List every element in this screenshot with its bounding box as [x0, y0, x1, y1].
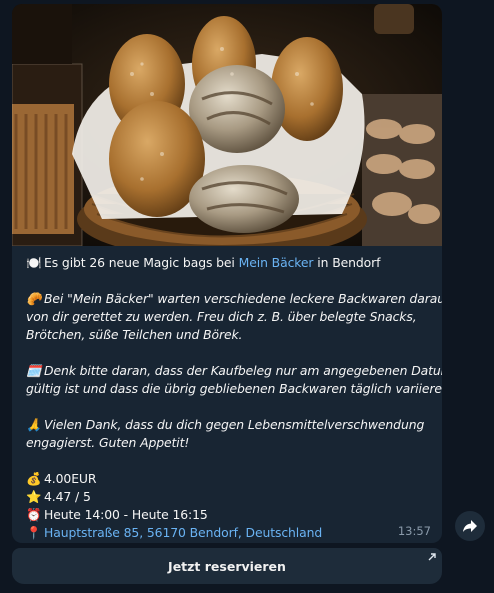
store-link[interactable]: Mein Bäcker: [239, 255, 314, 270]
message-text: 🍽️ Es gibt 26 neue Magic bags bei Mein Bä…: [26, 254, 442, 542]
rating-line: ⭐ 4.47 / 5: [26, 488, 432, 506]
message-bubble: 🍽️ Es gibt 26 neue Magic bags bei Mein Bä…: [12, 4, 442, 543]
share-button[interactable]: [455, 511, 485, 541]
intro-line: 🍽️ Es gibt 26 neue Magic bags bei Mein Bä…: [26, 255, 381, 270]
external-link-arrow-icon: [428, 553, 436, 561]
share-icon: [463, 520, 477, 532]
para2-line1: 🗓️ Denk bitte daran, dass der Kaufbeleg n…: [26, 363, 442, 378]
address-line: 📍 Hauptstraße 85, 56170 Bendorf, Deutschl…: [26, 524, 432, 542]
alarm-clock-icon: ⏰: [26, 507, 42, 522]
star-icon: ⭐: [26, 489, 42, 504]
money-bag-icon: 💰: [26, 471, 42, 486]
para3-line1: 🙏 Vielen Dank, dass du dich gegen Lebensm…: [26, 417, 425, 432]
calendar-icon: 🗓️: [26, 363, 42, 378]
folded-hands-icon: 🙏: [26, 417, 42, 432]
croissant-icon: 🥐: [26, 291, 42, 306]
address-link[interactable]: Hauptstraße 85, 56170 Bendorf, Deutschla…: [44, 525, 322, 540]
reserve-button[interactable]: Jetzt reservieren: [12, 548, 442, 584]
para1-line2: von dir gerettet zu werden. Freu dich z.…: [26, 309, 417, 324]
pickup-time-line: ⏰ Heute 14:00 - Heute 16:15: [26, 506, 432, 524]
price-line: 💰 4.00EUR: [26, 470, 432, 488]
price-value: 4.00EUR: [44, 471, 97, 486]
message-timestamp: 13:57: [397, 524, 431, 538]
pickup-time-value: Heute 14:00 - Heute 16:15: [44, 507, 208, 522]
pin-icon: 📍: [26, 525, 42, 540]
reserve-button-label: Jetzt reservieren: [168, 558, 286, 574]
para1-line1: 🥐 Bei "Mein Bäcker" warten verschiedene l…: [26, 291, 442, 306]
plate-icon: 🍽️: [26, 255, 42, 270]
para1-line3: Brötchen, süße Teilchen und Börek.: [26, 327, 243, 342]
bread-basket-photo[interactable]: [12, 4, 442, 246]
rating-value: 4.47 / 5: [44, 489, 91, 504]
para3-line2: engagierst. Guten Appetit!: [26, 435, 190, 450]
para2-line2: gültig ist und dass die übrig gebliebene…: [26, 381, 442, 396]
